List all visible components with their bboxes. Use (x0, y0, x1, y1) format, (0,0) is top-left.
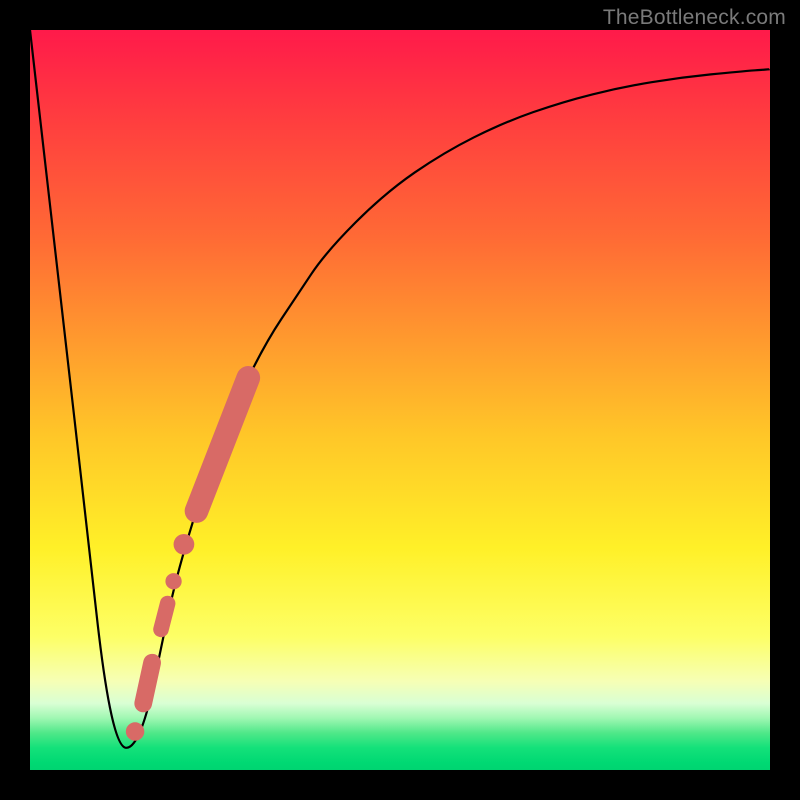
plot-area (30, 30, 770, 770)
marker-blob-c (161, 604, 168, 630)
bottleneck-curve (30, 30, 770, 748)
chart-frame: TheBottleneck.com (0, 0, 800, 800)
watermark-label: TheBottleneck.com (603, 6, 786, 30)
marker-blob-d (143, 663, 152, 704)
marker-dot-e (126, 722, 145, 741)
markers-group (126, 378, 248, 741)
marker-dot-a (174, 534, 195, 555)
marker-dot-b (165, 573, 181, 589)
chart-svg (30, 30, 770, 770)
marker-band-dense (197, 378, 249, 511)
